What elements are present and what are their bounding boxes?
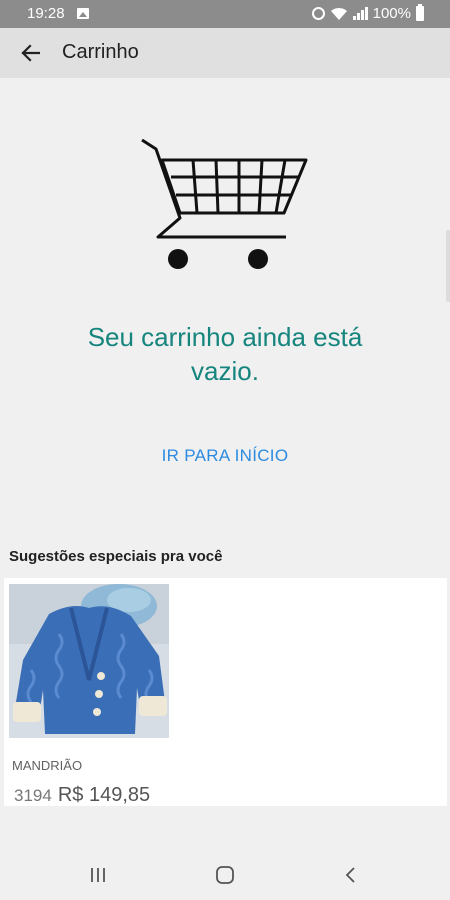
product-price-line: 3194 R$ 149,85 — [14, 784, 150, 807]
product-brand: MANDRIÃO — [12, 758, 83, 773]
alarm-icon — [311, 7, 325, 20]
recent-apps-icon — [91, 868, 105, 882]
empty-cart-message: Seu carrinho ainda está vazio. — [87, 322, 363, 386]
page-title: Carrinho — [62, 41, 139, 63]
arrow-left-icon — [21, 44, 40, 62]
product-price: R$ 149,85 — [57, 784, 151, 806]
gallery-icon — [77, 8, 89, 19]
suggestions-list: MANDRIÃO 3194 R$ 149,85 — [4, 578, 447, 806]
back-icon — [345, 867, 355, 883]
back-button[interactable] — [14, 38, 46, 68]
system-nav-bar — [0, 848, 450, 900]
product-card[interactable]: MANDRIÃO 3194 R$ 149,85 — [9, 584, 171, 807]
go-home-button[interactable]: IR PARA INÍCIO — [145, 438, 305, 474]
battery-percent: 100% — [372, 5, 411, 22]
battery-icon — [416, 4, 424, 21]
suggestions-title: Sugestões especiais pra você — [9, 548, 223, 565]
signal-icon — [352, 7, 368, 20]
product-image — [9, 584, 169, 738]
scroll-indicator — [446, 230, 450, 302]
home-button[interactable] — [205, 862, 245, 888]
status-bar: 19:28 100% — [0, 0, 450, 28]
status-icons: 100% — [311, 4, 424, 22]
home-icon — [216, 866, 234, 884]
product-old-price: 3194 — [14, 786, 52, 805]
app-bar: Carrinho — [0, 28, 450, 78]
status-time: 19:28 — [27, 5, 65, 22]
system-back-button[interactable] — [330, 862, 370, 888]
shopping-cart-icon — [141, 138, 308, 269]
recent-apps-button[interactable] — [78, 862, 118, 888]
wifi-icon — [330, 7, 347, 20]
